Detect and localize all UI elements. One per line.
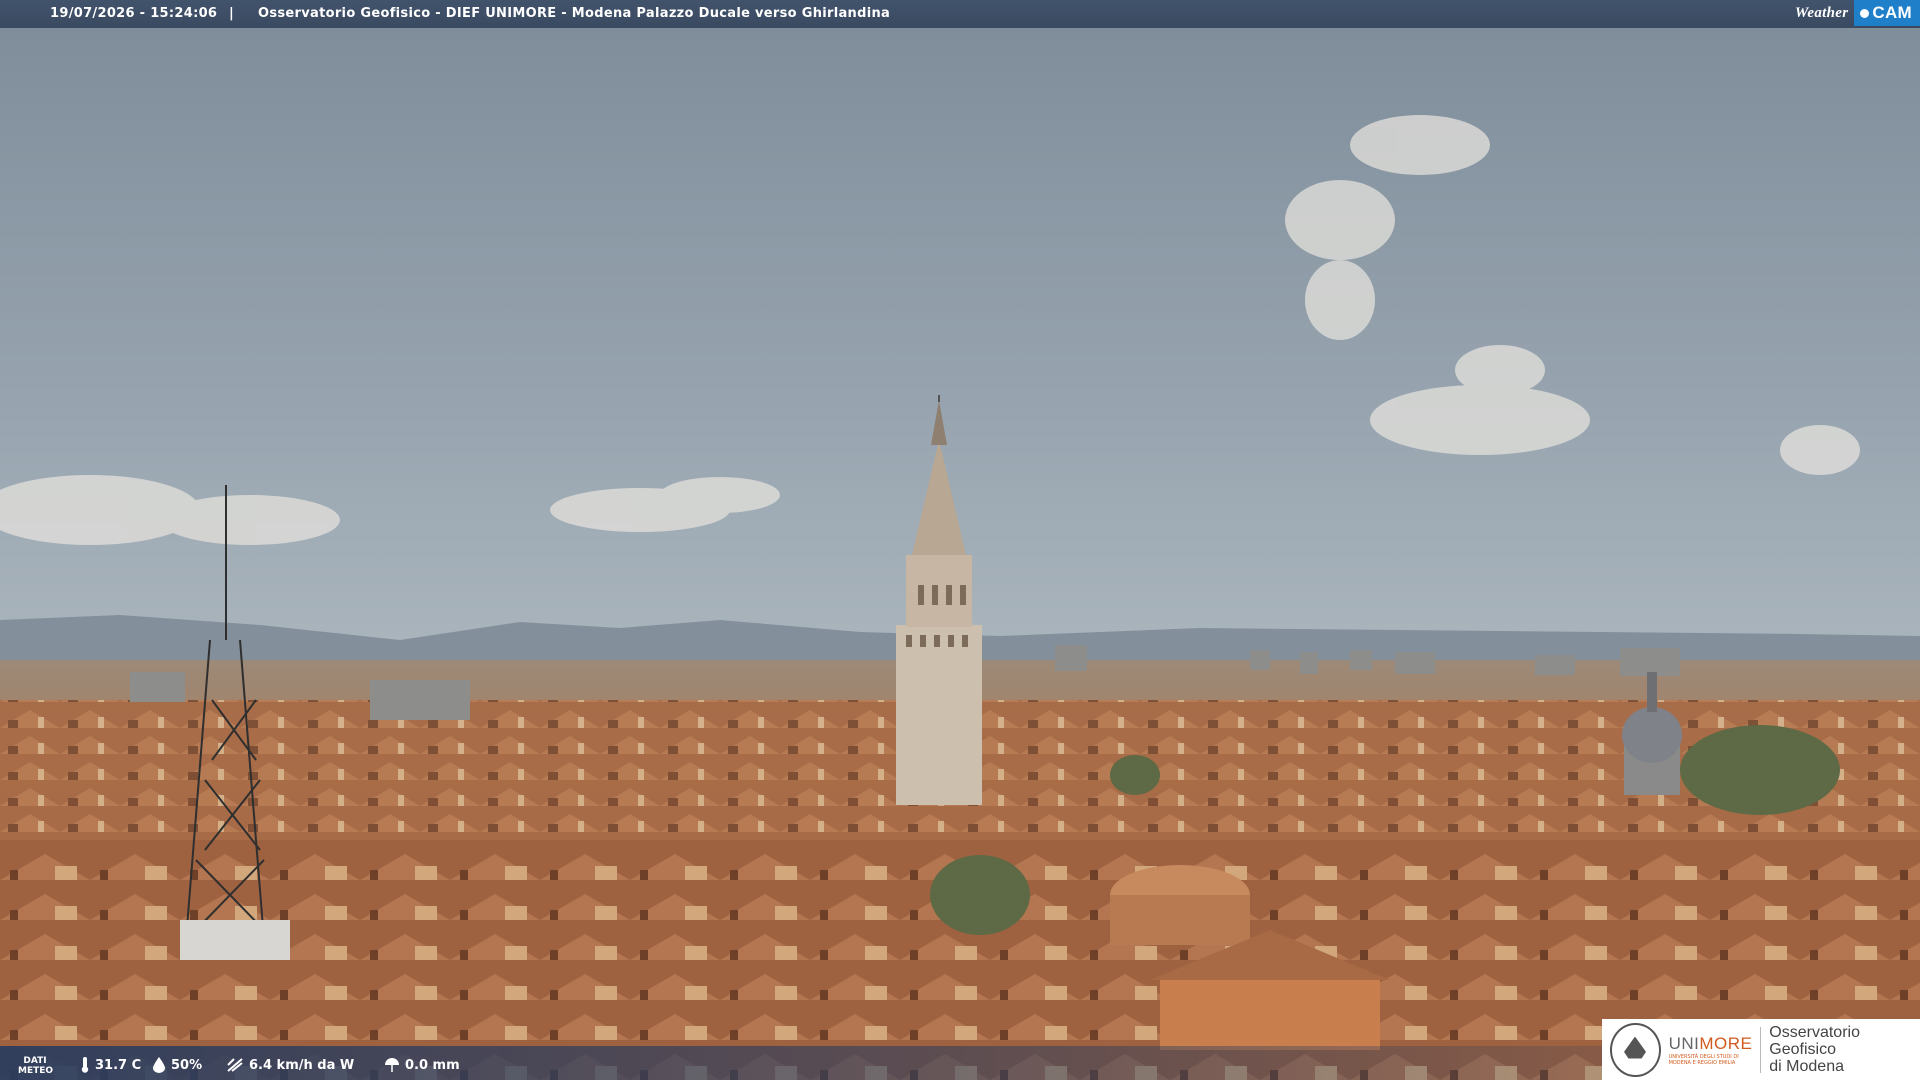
weathercam-cam-badge: CAM bbox=[1854, 0, 1920, 26]
camera-dot-icon bbox=[1860, 8, 1870, 18]
university-seal-icon bbox=[1610, 1022, 1661, 1077]
logo-divider bbox=[1760, 1026, 1762, 1073]
info-bar: 19/07/2026 - 15:24:06 | Osservatorio Geo… bbox=[0, 0, 1920, 28]
rain-reading: 0.0 mm bbox=[384, 1057, 460, 1073]
weathercam-cam-text: CAM bbox=[1872, 3, 1912, 22]
umbrella-icon bbox=[385, 1058, 399, 1072]
separator: | bbox=[229, 6, 235, 21]
droplet-icon bbox=[153, 1057, 165, 1073]
wind-reading: 6.4 km/h da W bbox=[226, 1057, 354, 1073]
unimore-wordmark: UNIMORE UNIVERSITÀ DEGLI STUDI DI MODENA… bbox=[1668, 1033, 1753, 1066]
humidity-reading: 50% bbox=[152, 1057, 202, 1073]
camera-title: Osservatorio Geofisico - DIEF UNIMORE - … bbox=[258, 6, 891, 21]
webcam-image bbox=[0, 0, 1920, 1080]
wind-icon bbox=[227, 1058, 243, 1072]
observatory-name: Osservatorio Geofisico di Modena bbox=[1769, 1024, 1860, 1075]
meteo-bar: DATI METEO 31.7 C 50% 6.4 km/h da W 0.0 … bbox=[0, 1046, 1602, 1080]
weathercam-weather-text: Weather bbox=[1794, 4, 1849, 21]
temperature-reading: 31.7 C bbox=[80, 1057, 141, 1073]
weathercam-logo: Weather CAM bbox=[1785, 0, 1920, 26]
timestamp: 19/07/2026 - 15:24:06 bbox=[50, 6, 218, 21]
unimore-logo: UNIMORE UNIVERSITÀ DEGLI STUDI DI MODENA… bbox=[1602, 1019, 1920, 1080]
thermometer-icon bbox=[81, 1057, 89, 1073]
meteo-label: DATI METEO bbox=[18, 1056, 54, 1076]
